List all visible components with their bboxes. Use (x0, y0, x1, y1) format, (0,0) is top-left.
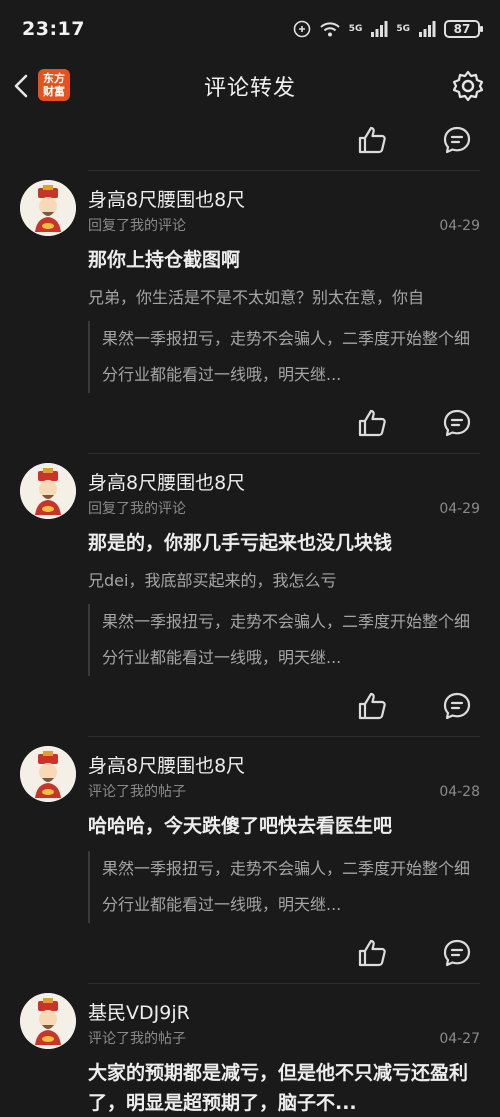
action-row (0, 393, 500, 453)
page-title: 评论转发 (203, 76, 296, 101)
comment-icon[interactable] (441, 124, 473, 156)
thumbs-up-icon[interactable] (356, 690, 388, 722)
comment-text: 那你上持仓截图啊 (88, 249, 241, 271)
status-icons: 5G 5G 87 (293, 20, 483, 38)
original-post-quote[interactable]: 果然一季报扭亏，走势不会骗人，二季度开始整个细分行业都能看过一线哦，明天继... (88, 851, 476, 923)
network-label-1: 5G (348, 24, 363, 34)
action-label: 回复了我的评论 (88, 218, 186, 234)
my-comment-text: 兄弟，你生活是不是不太如意？别太在意，你自 (88, 288, 425, 307)
comment-text: 那是的，你那几手亏起来也没几块钱 (88, 532, 393, 554)
gear-icon[interactable] (450, 68, 486, 104)
item-date: 04-27 (439, 1031, 480, 1047)
item-date: 04-28 (439, 784, 480, 800)
avatar[interactable] (20, 463, 76, 519)
signal-icon-2 (419, 21, 436, 37)
notification-feed[interactable]: 身高8尺腰围也8尺 回复了我的评论 04-29 那你上持仓截图啊 兄弟，你生活是… (0, 110, 500, 1117)
battery-indicator: 87 (444, 20, 483, 38)
action-label: 评论了我的帖子 (88, 1031, 186, 1047)
item-meta: 回复了我的评论 04-29 (88, 215, 480, 237)
hd-icon (293, 20, 310, 38)
avatar[interactable] (20, 180, 76, 236)
username[interactable]: 身高8尺腰围也8尺 (88, 185, 500, 215)
avatar[interactable] (20, 746, 76, 802)
username[interactable]: 身高8尺腰围也8尺 (88, 751, 500, 781)
original-post-quote[interactable]: 果然一季报扭亏，走势不会骗人，二季度开始整个细分行业都能看过一线哦，明天继... (88, 604, 476, 676)
username[interactable]: 基民VDJ9jR (88, 998, 500, 1028)
status-bar: 23:17 5G 5G 87 (0, 0, 500, 62)
item-date: 04-29 (439, 218, 480, 234)
action-row (0, 923, 500, 983)
username[interactable]: 身高8尺腰围也8尺 (88, 468, 500, 498)
wifi-icon (319, 22, 340, 37)
thumbs-up-icon[interactable] (356, 937, 388, 969)
notification-item[interactable]: 身高8尺腰围也8尺 回复了我的评论 04-29 那你上持仓截图啊 兄弟，你生活是… (0, 171, 500, 454)
status-time: 23:17 (22, 18, 85, 40)
comment-text: 哈哈哈，今天跌傻了吧快去看医生吧 (88, 815, 393, 837)
item-meta: 回复了我的评论 04-29 (88, 498, 480, 520)
action-label: 回复了我的评论 (88, 501, 186, 517)
item-date: 04-29 (439, 501, 480, 517)
action-label: 评论了我的帖子 (88, 784, 186, 800)
comment-icon[interactable] (441, 407, 473, 439)
network-label-2: 5G (396, 24, 410, 34)
my-comment-text: 兄dei，我底部买起来的，我怎么亏 (88, 571, 337, 590)
notification-item[interactable]: 身高8尺腰围也8尺 回复了我的评论 04-29 那是的，你那几手亏起来也没几块钱… (0, 454, 500, 737)
item-meta: 评论了我的帖子 04-27 (88, 1028, 480, 1050)
notification-item[interactable]: 身高8尺腰围也8尺 评论了我的帖子 04-28 哈哈哈，今天跌傻了吧快去看医生吧… (0, 737, 500, 984)
notification-item[interactable]: 基民VDJ9jR 评论了我的帖子 04-27 大家的预期都是减亏，但是他不只减亏… (0, 984, 500, 1117)
avatar[interactable] (20, 993, 76, 1049)
original-post-quote[interactable]: 果然一季报扭亏，走势不会骗人，二季度开始整个细分行业都能看过一线哦，明天继... (88, 321, 476, 393)
comment-text: 大家的预期都是减亏，但是他不只减亏还盈利了，明显是超预期了，脑子不... (88, 1062, 469, 1114)
thumbs-up-icon[interactable] (356, 124, 388, 156)
nav-bar: 东方 财富 评论转发 (0, 62, 500, 110)
comment-icon[interactable] (441, 937, 473, 969)
action-row (0, 676, 500, 736)
signal-icon (371, 21, 388, 37)
thumbs-up-icon[interactable] (356, 407, 388, 439)
item-meta: 评论了我的帖子 04-28 (88, 781, 480, 803)
comment-icon[interactable] (441, 690, 473, 722)
action-row (0, 110, 500, 170)
